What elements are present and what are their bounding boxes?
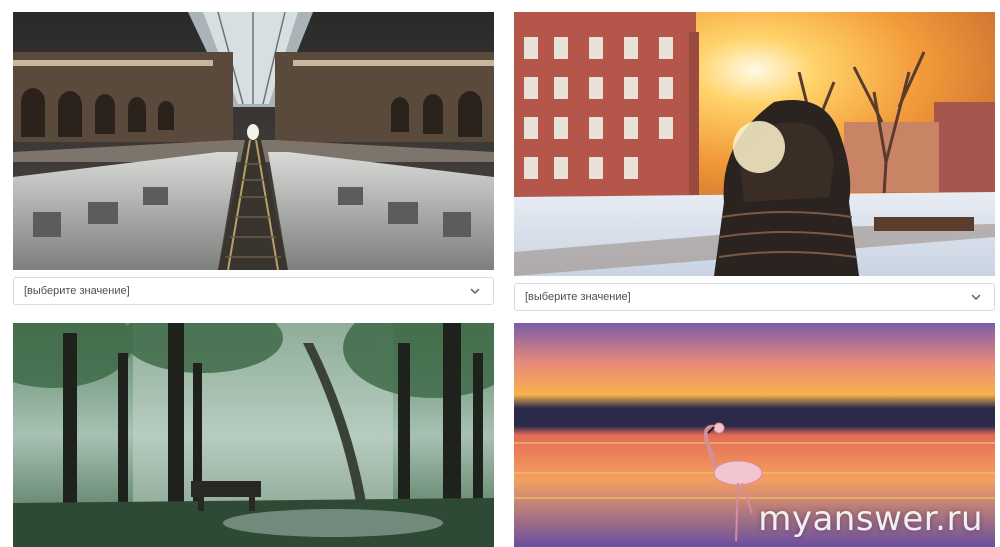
answer-select-2-value: [выберите значение]	[525, 291, 631, 303]
winter-sunset-photo	[514, 12, 995, 276]
quiz-page: [выберите значение] [выберите значение] …	[0, 0, 1000, 547]
chevron-down-icon	[470, 288, 480, 294]
answer-select-2[interactable]: [выберите значение]	[514, 283, 995, 311]
answer-select-1-value: [выберите значение]	[24, 285, 130, 297]
watermark: myanswer.ru	[758, 499, 983, 539]
railway-station-photo	[13, 12, 494, 270]
foggy-forest-photo	[13, 323, 494, 547]
chevron-down-icon	[971, 294, 981, 300]
answer-select-1[interactable]: [выберите значение]	[13, 277, 494, 305]
flamingo-sunset-photo: myanswer.ru	[514, 323, 995, 547]
